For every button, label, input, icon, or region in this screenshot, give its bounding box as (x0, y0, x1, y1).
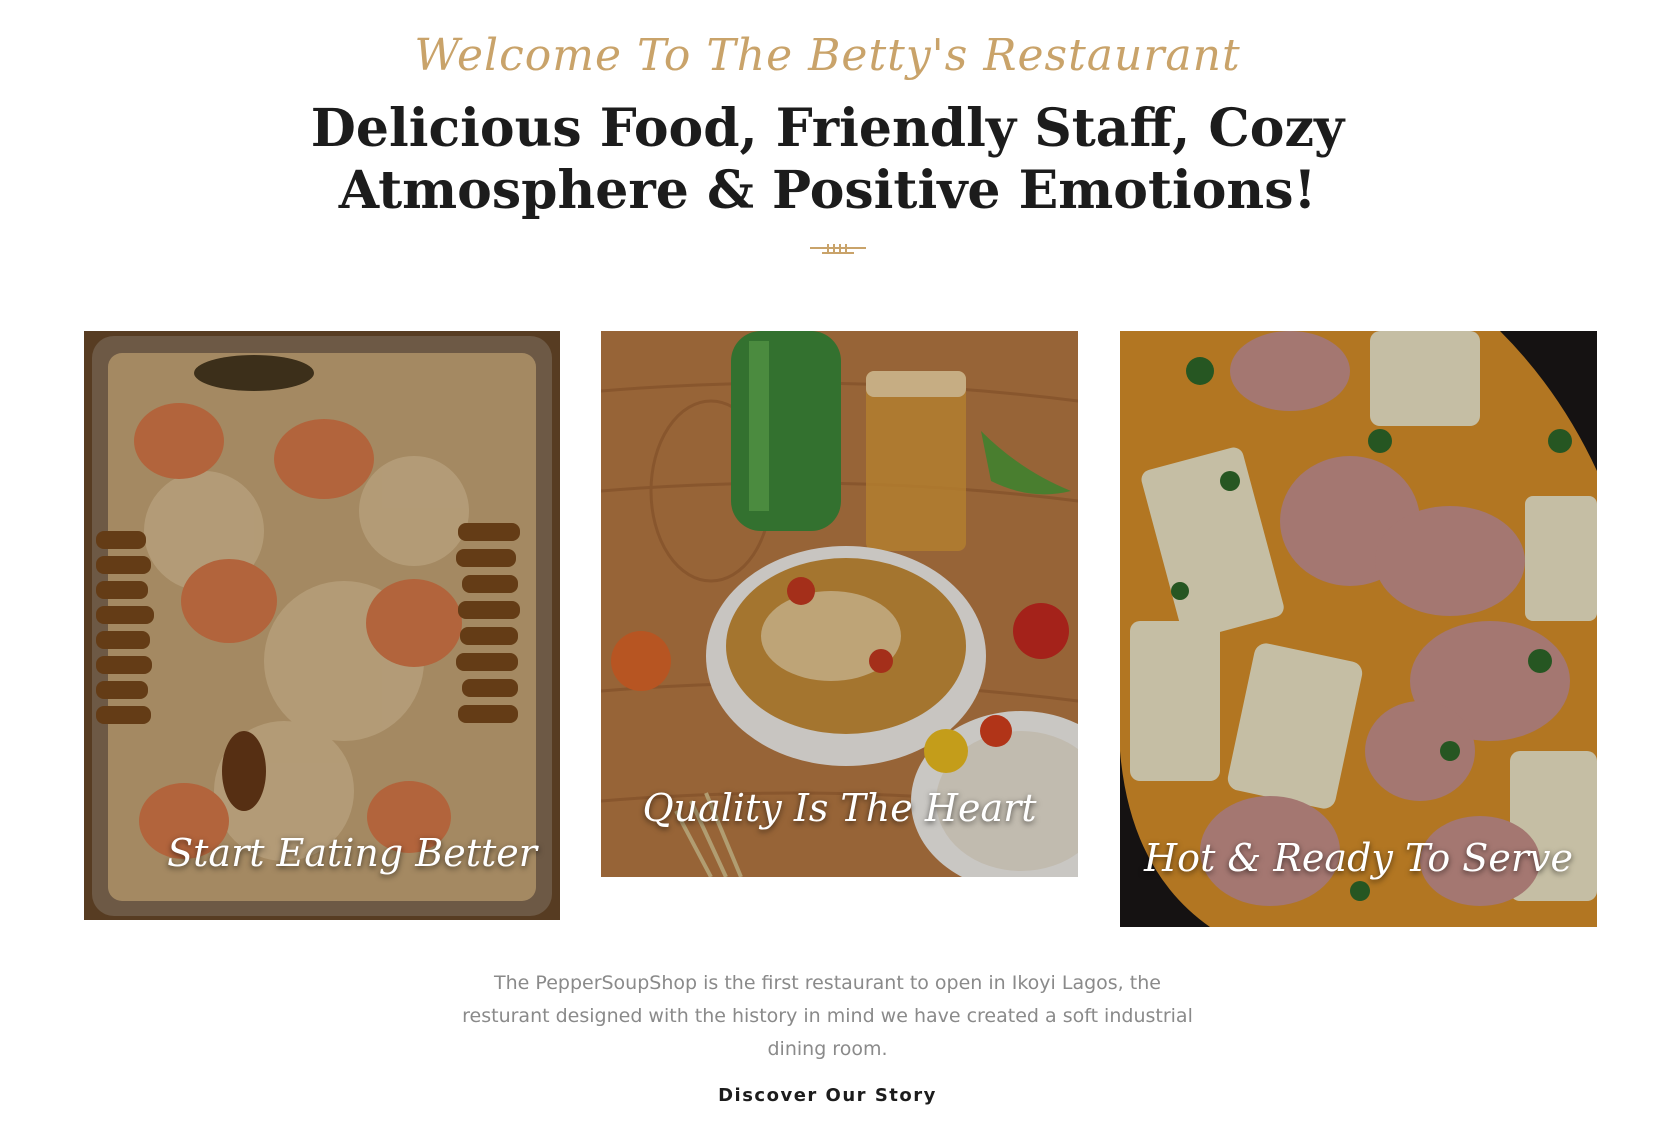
welcome-tagline: Welcome To The Betty's Restaurant (414, 30, 1241, 81)
discover-our-story-link[interactable]: Discover Our Story (0, 1085, 1655, 1106)
food-card-rice-shrimp[interactable]: Start Eating Better (84, 331, 560, 920)
about-text: The PepperSoupShop is the first restaura… (462, 972, 1193, 1060)
headline-line-2: Atmosphere & Positive Emotions! (338, 160, 1317, 221)
headline-line-1: Delicious Food, Friendly Staff, Cozy (310, 98, 1345, 159)
ornament-divider-icon (810, 244, 866, 254)
card-caption: Start Eating Better (167, 831, 537, 875)
page-headline: Delicious Food, Friendly Staff, Cozy Atm… (300, 98, 1355, 222)
food-card-pepper-soup[interactable]: Quality Is The Heart (601, 331, 1078, 877)
food-card-yam-stew[interactable]: Hot & Ready To Serve (1120, 331, 1597, 927)
card-caption: Hot & Ready To Serve (1144, 836, 1573, 880)
card-caption: Quality Is The Heart (642, 786, 1037, 830)
